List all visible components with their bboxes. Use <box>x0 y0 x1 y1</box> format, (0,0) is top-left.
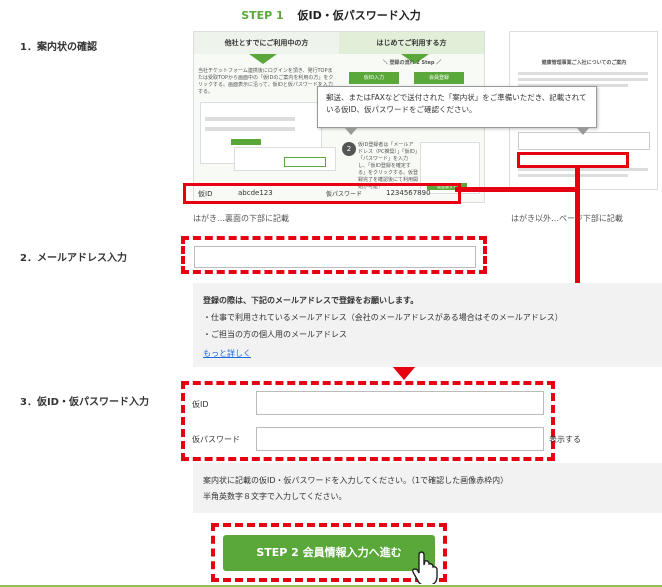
down-arrow-icon <box>392 366 416 380</box>
doc-title: 健康管理事業ご入社についてのご案内 <box>541 60 627 66</box>
email-note-title: 登録の際は、下記のメールアドレスで登録をお願いします。 <box>203 296 419 305</box>
right-header: はじめてご利用する方 <box>339 32 484 54</box>
section-3-label: 3．仮ID・仮パスワード入力 <box>20 397 149 408</box>
flow-btn-a: 仮ID入力 <box>349 72 399 84</box>
next-step-button[interactable]: STEP 2 会員情報入力へ進む <box>223 535 435 571</box>
temp-id-label: 仮ID <box>192 400 209 409</box>
tooltip-pointer-right <box>576 127 590 135</box>
sample-id-value: abcde123 <box>238 189 273 197</box>
step-label: STEP 1 <box>241 9 284 22</box>
show-password-toggle[interactable]: 表示する <box>549 434 581 445</box>
tooltip-pointer-left <box>344 127 358 135</box>
email-note-box: 登録の際は、下記のメールアドレスで登録をお願いします。 ・仕事で利用されているメ… <box>193 283 662 367</box>
mock-button <box>284 157 326 167</box>
caption-document: はがき以外…ページ下部に記載 <box>511 214 623 223</box>
email-note-line2: ・ご担当の方の個人用のメールアドレス <box>203 330 347 339</box>
more-details-link[interactable]: もっと詳しく <box>203 348 251 359</box>
left-instructions: 当社チケットフォーム連携後にログインを頂き、発行TOPまたは受取TOPから画面中… <box>198 68 334 95</box>
sample-pw-value: 1234567890 <box>386 189 431 197</box>
flow-btn-b: 会員登録 <box>414 72 464 84</box>
instruction-tooltip: 郵送、またはFAXなどで送付された「案内状」をご準備いただき、記載されている仮I… <box>317 86 597 128</box>
section-1-label: 1．案内状の確認 <box>20 42 97 53</box>
credentials-note-box: 案内状に記載の仮ID・仮パスワードを入力してください。（1で確認した画像赤枠内）… <box>193 463 662 513</box>
connector-line <box>455 187 575 192</box>
email-input[interactable] <box>194 246 476 268</box>
down-arrow-icon <box>249 54 277 64</box>
sample-id-label: 仮ID <box>198 190 213 198</box>
email-note-line1: ・仕事で利用されているメールアドレス（会社のメールアドレスがある場合はそのメール… <box>203 313 563 322</box>
caption-hagaki: はがき…裏面の下部に記載 <box>193 214 289 223</box>
credentials-note1: 案内状に記載の仮ID・仮パスワードを入力してください。（1で確認した画像赤枠内） <box>203 476 509 485</box>
temp-id-input[interactable] <box>256 391 544 415</box>
temp-password-label: 仮パスワード <box>192 435 240 444</box>
step-title-text: 仮ID・仮パスワード入力 <box>297 9 421 22</box>
document-id-highlight <box>517 152 629 168</box>
hand-cursor-icon <box>412 551 438 584</box>
step-2-circle-icon: 2 <box>342 142 356 156</box>
hagaki-id-highlight: 仮ID abcde123 仮パスワード 1234567890 <box>183 183 461 204</box>
section-2-label: 2．メールアドレス入力 <box>20 253 127 264</box>
flow-text: ＼ 登録の流れ 2 Step ／ <box>382 60 442 66</box>
page-title: STEP 1 仮ID・仮パスワード入力 <box>0 7 662 23</box>
credentials-note2: 半角英数字８文字で入力してください。 <box>203 492 347 501</box>
left-header: 他社とすでにご利用中の方 <box>194 32 339 54</box>
temp-password-input[interactable] <box>256 427 544 451</box>
sample-pw-label: 仮パスワード <box>326 191 363 198</box>
